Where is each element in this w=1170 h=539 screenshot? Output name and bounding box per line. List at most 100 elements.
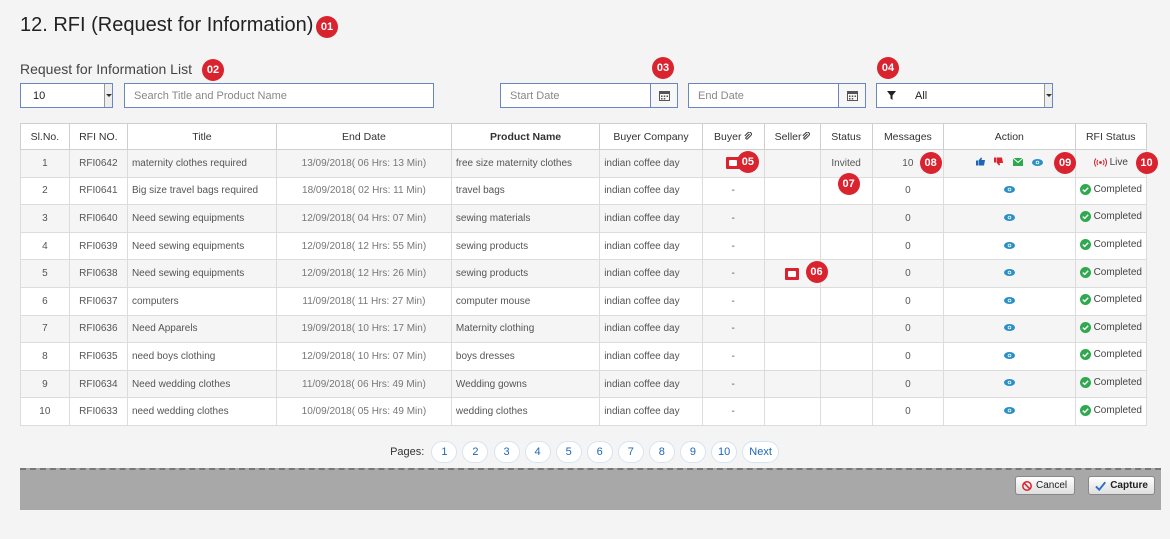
page-link-9[interactable]: 9 xyxy=(679,441,706,463)
cell-seller xyxy=(763,369,821,399)
cell-rfi-no: RFI0637 xyxy=(68,286,128,316)
pdf-icon[interactable] xyxy=(785,267,800,280)
rfi-status-completed: Completed xyxy=(1079,183,1142,195)
start-date-field[interactable]: Start Date xyxy=(500,83,678,108)
thumbs-up-icon[interactable] xyxy=(975,157,986,169)
rfi-status-completed: Completed xyxy=(1079,377,1142,389)
cell-buyer-company: indian coffee day xyxy=(599,149,703,178)
check-circle-icon xyxy=(1079,404,1091,416)
calendar-icon[interactable] xyxy=(650,84,677,107)
eye-icon[interactable] xyxy=(1003,296,1015,307)
cell-title: computers xyxy=(126,286,277,316)
table-row[interactable]: 9 RFI0634 Need wedding clothes 11/09/201… xyxy=(20,369,1148,399)
cancel-label: Cancel xyxy=(1036,480,1068,491)
page-size-value: 10 xyxy=(33,90,46,102)
col-header-buyer: Buyer xyxy=(701,123,765,150)
eye-icon[interactable] xyxy=(1003,323,1015,334)
page-link-2[interactable]: 2 xyxy=(462,441,489,463)
check-circle-icon xyxy=(1079,321,1091,333)
table-row[interactable]: 5 RFI0638 Need sewing equipments 12/09/2… xyxy=(20,259,1148,288)
cell-end-date: 13/09/2018( 06 Hrs: 13 Min) xyxy=(275,149,452,178)
cell-messages: 0 xyxy=(871,231,945,261)
cell-messages: 0 xyxy=(871,369,945,399)
cell-end-date: 12/09/2018( 12 Hrs: 26 Min) xyxy=(275,259,452,288)
page-link-3[interactable]: 3 xyxy=(493,441,520,463)
table-row[interactable]: 7 RFI0636 Need Apparels 19/09/2018( 10 H… xyxy=(20,314,1148,344)
cell-buyer-company: indian coffee day xyxy=(599,286,703,316)
cell-sl-no: 7 xyxy=(20,314,70,344)
cancel-button[interactable]: Cancel xyxy=(1015,476,1075,495)
table-header-row: Sl.No. RFI NO. Title End Date Product Na… xyxy=(20,123,1148,150)
table-row[interactable]: 10 RFI0633 need wedding clothes 10/09/20… xyxy=(20,397,1148,426)
col-header-title: Title xyxy=(126,123,277,150)
eye-icon[interactable] xyxy=(1003,378,1015,389)
cell-product-name: travel bags xyxy=(450,176,601,206)
cell-buyer: 05 xyxy=(701,149,765,178)
table-row[interactable]: 1 RFI0642 maternity clothes required 13/… xyxy=(20,149,1158,195)
cell-buyer-company: indian coffee day xyxy=(599,397,703,426)
cell-messages: 0 xyxy=(871,397,945,426)
cell-status xyxy=(819,259,873,288)
col-header-status: Status xyxy=(819,123,873,150)
cell-product-name: Wedding gowns xyxy=(450,369,601,399)
eye-icon[interactable] xyxy=(1003,241,1015,252)
page-link-10[interactable]: 10 xyxy=(710,441,738,463)
cell-product-name: sewing materials xyxy=(450,204,601,233)
page-size-select[interactable]: 10 xyxy=(20,83,113,108)
page-link-1[interactable]: 1 xyxy=(431,441,458,463)
calendar-icon[interactable] xyxy=(838,84,865,107)
cell-sl-no: 4 xyxy=(20,231,70,261)
status-filter-select[interactable]: All xyxy=(876,83,1053,108)
eye-icon[interactable] xyxy=(1003,185,1015,196)
eye-icon[interactable] xyxy=(1003,213,1015,224)
cell-rfi-status: Completed xyxy=(1074,342,1148,371)
search-input[interactable]: Search Title and Product Name xyxy=(124,83,434,108)
cell-seller xyxy=(763,176,821,206)
table-row[interactable]: 2 RFI0641 Big size travel bags required … xyxy=(20,176,1148,206)
next-page-link[interactable]: Next xyxy=(742,441,779,463)
cell-rfi-no: RFI0633 xyxy=(68,397,128,426)
eye-icon[interactable] xyxy=(1031,158,1043,169)
eye-icon[interactable] xyxy=(1003,351,1015,362)
page-link-7[interactable]: 7 xyxy=(617,441,644,463)
callout-badge: 04 xyxy=(877,57,899,79)
page-link-8[interactable]: 8 xyxy=(648,441,675,463)
cell-buyer: - xyxy=(701,286,765,316)
thumbs-down-icon[interactable] xyxy=(994,157,1004,169)
cell-action xyxy=(943,204,1076,233)
cell-rfi-status: Completed xyxy=(1074,286,1148,316)
table-row[interactable]: 4 RFI0639 Need sewing equipments 12/09/2… xyxy=(20,231,1148,261)
rfi-status-text: Completed xyxy=(1093,183,1142,195)
cell-rfi-status: Completed xyxy=(1074,231,1148,261)
col-header-rfi-no: RFI NO. xyxy=(68,123,128,150)
page-link-4[interactable]: 4 xyxy=(524,441,551,463)
rfi-table: Sl.No. RFI NO. Title End Date Product Na… xyxy=(20,123,1158,426)
table-row[interactable]: 3 RFI0640 Need sewing equipments 12/09/2… xyxy=(20,204,1148,233)
check-circle-icon xyxy=(1079,349,1091,361)
cell-end-date: 11/09/2018( 11 Hrs: 27 Min) xyxy=(275,286,452,316)
rfi-status-text: Completed xyxy=(1093,294,1142,306)
page-link-5[interactable]: 5 xyxy=(555,441,582,463)
rfi-status-text: Completed xyxy=(1093,211,1142,223)
cell-product-name: Maternity clothing xyxy=(450,314,601,344)
cell-end-date: 19/09/2018( 10 Hrs: 17 Min) xyxy=(275,314,452,344)
rfi-status-completed: Completed xyxy=(1079,294,1142,306)
end-date-field[interactable]: End Date xyxy=(688,83,866,108)
cell-buyer-company: indian coffee day xyxy=(599,342,703,371)
callout-badge: 07 xyxy=(837,173,860,195)
table-row[interactable]: 6 RFI0637 computers 11/09/2018( 11 Hrs: … xyxy=(20,286,1148,316)
eye-icon[interactable] xyxy=(1003,406,1015,417)
eye-icon[interactable] xyxy=(1003,268,1015,279)
cell-buyer-company: indian coffee day xyxy=(599,259,703,288)
page-link-6[interactable]: 6 xyxy=(586,441,613,463)
cell-seller xyxy=(763,149,821,178)
cell-buyer: - xyxy=(701,259,765,288)
cell-title: Big size travel bags required xyxy=(126,176,277,206)
col-header-buyer-company: Buyer Company xyxy=(599,123,703,150)
capture-button[interactable]: Capture xyxy=(1088,476,1155,495)
rfi-status-completed: Completed xyxy=(1079,321,1142,333)
table-row[interactable]: 8 RFI0635 need boys clothing 12/09/2018(… xyxy=(20,342,1148,371)
cell-sl-no: 6 xyxy=(20,286,70,316)
rfi-status-text: Completed xyxy=(1093,377,1142,389)
envelope-icon[interactable] xyxy=(1012,157,1024,169)
